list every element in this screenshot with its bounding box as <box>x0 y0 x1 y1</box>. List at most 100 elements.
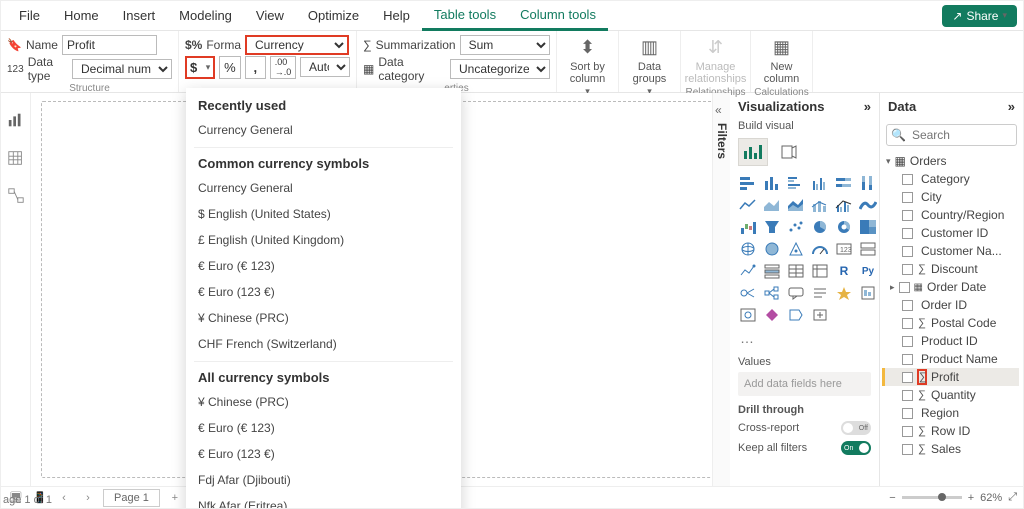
viz-map[interactable] <box>738 240 758 258</box>
field-category[interactable]: Category <box>884 170 1019 188</box>
viz-ribbon[interactable] <box>858 196 878 214</box>
model-view-icon[interactable] <box>7 187 25 205</box>
viz-kpi[interactable] <box>738 262 758 280</box>
dd-item[interactable]: Fdj Afar (Djibouti) <box>186 467 461 493</box>
data-groups-button[interactable]: ▥ Data groups▾ <box>619 35 681 99</box>
dd-item[interactable]: $ English (United States) <box>186 201 461 227</box>
viz-filled-map[interactable] <box>762 240 782 258</box>
viz-100-stacked-column[interactable] <box>858 174 878 192</box>
viz-matrix[interactable] <box>810 262 830 280</box>
sort-by-column-button[interactable]: ⬍ Sort by column▾ <box>557 35 619 99</box>
dd-item[interactable]: ¥ Chinese (PRC) <box>186 389 461 415</box>
viz-decomposition[interactable] <box>762 284 782 302</box>
report-view-icon[interactable] <box>7 111 25 129</box>
tab-view[interactable]: View <box>244 2 296 29</box>
viz-clustered-bar[interactable] <box>786 174 806 192</box>
viz-goals[interactable] <box>834 284 854 302</box>
zoom-slider[interactable] <box>902 496 962 499</box>
tab-file[interactable]: File <box>7 2 52 29</box>
viz-get-more[interactable] <box>810 306 830 324</box>
dd-item[interactable]: Nfk Afar (Eritrea) <box>186 493 461 509</box>
tab-home[interactable]: Home <box>52 2 111 29</box>
viz-automate[interactable] <box>786 306 806 324</box>
field-product-id[interactable]: Product ID <box>884 332 1019 350</box>
field-row-id[interactable]: ∑Row ID <box>884 422 1019 440</box>
viz-gauge[interactable] <box>810 240 830 258</box>
name-input[interactable] <box>62 35 157 55</box>
viz-stacked-bar[interactable] <box>738 174 758 192</box>
field-city[interactable]: City <box>884 188 1019 206</box>
page-tab[interactable]: Page 1 <box>103 489 160 507</box>
field-customer-id[interactable]: Customer ID <box>884 224 1019 242</box>
dd-item[interactable]: CHF French (Switzerland) <box>186 331 461 357</box>
viz-more[interactable]: … <box>730 326 879 350</box>
field-quantity[interactable]: ∑Quantity <box>884 386 1019 404</box>
tab-modeling[interactable]: Modeling <box>167 2 244 29</box>
format-select[interactable]: Currency <box>245 35 349 55</box>
dd-item[interactable]: € Euro (€ 123) <box>186 415 461 441</box>
dd-item[interactable]: £ English (United Kingdom) <box>186 227 461 253</box>
viz-line[interactable] <box>738 196 758 214</box>
viz-stacked-column[interactable] <box>762 174 782 192</box>
add-page-button[interactable]: + <box>166 490 184 506</box>
viz-multi-row-card[interactable] <box>858 240 878 258</box>
expand-filters-icon[interactable]: « <box>715 103 722 117</box>
summarization-select[interactable]: Sum <box>460 35 550 55</box>
viz-scatter[interactable] <box>786 218 806 236</box>
cross-report-toggle[interactable]: Off <box>841 421 871 435</box>
fit-page-button[interactable]: ⤢ <box>1008 491 1017 504</box>
dd-item[interactable]: Currency General <box>186 117 461 143</box>
viz-line-stacked-column[interactable] <box>810 196 830 214</box>
next-page-button[interactable]: › <box>79 490 97 506</box>
viz-arcgis[interactable] <box>738 306 758 324</box>
dd-item[interactable]: ¥ Chinese (PRC) <box>186 305 461 331</box>
dd-item[interactable]: € Euro (123 €) <box>186 279 461 305</box>
viz-key-influencers[interactable] <box>738 284 758 302</box>
field-sales[interactable]: ∑Sales <box>884 440 1019 458</box>
field-postal-code[interactable]: ∑Postal Code <box>884 314 1019 332</box>
collapse-viz-icon[interactable]: » <box>864 99 871 114</box>
dd-item[interactable]: Currency General <box>186 175 461 201</box>
field-order-date[interactable]: ▸▦Order Date <box>884 278 1019 296</box>
viz-area[interactable] <box>762 196 782 214</box>
dd-item[interactable]: € Euro (€ 123) <box>186 253 461 279</box>
field-profit[interactable]: ∑Profit <box>884 368 1019 386</box>
tab-column-tools[interactable]: Column tools <box>508 1 608 31</box>
values-dropzone[interactable]: Add data fields here <box>738 372 871 396</box>
viz-pie[interactable] <box>810 218 830 236</box>
field-customer-name[interactable]: Customer Na... <box>884 242 1019 260</box>
viz-paginated[interactable] <box>858 284 878 302</box>
table-node[interactable]: ▾ ▦ Orders <box>884 152 1019 170</box>
viz-stacked-area[interactable] <box>786 196 806 214</box>
field-discount[interactable]: ∑Discount <box>884 260 1019 278</box>
share-button[interactable]: ↗ Share ▾ <box>942 5 1017 27</box>
format-visual-tab[interactable] <box>774 138 804 166</box>
viz-table[interactable] <box>786 262 806 280</box>
viz-line-clustered-column[interactable] <box>834 196 854 214</box>
viz-treemap[interactable] <box>858 218 878 236</box>
datatype-select[interactable]: Decimal number <box>72 59 172 79</box>
viz-slicer[interactable] <box>762 262 782 280</box>
viz-donut[interactable] <box>834 218 854 236</box>
build-visual-tab[interactable] <box>738 138 768 166</box>
tab-optimize[interactable]: Optimize <box>296 2 371 29</box>
dd-item[interactable]: € Euro (123 €) <box>186 441 461 467</box>
field-country[interactable]: Country/Region <box>884 206 1019 224</box>
viz-powerapps[interactable] <box>762 306 782 324</box>
viz-qa[interactable] <box>786 284 806 302</box>
data-search[interactable]: 🔍 <box>886 124 1017 146</box>
field-product-name[interactable]: Product Name <box>884 350 1019 368</box>
collapse-data-icon[interactable]: » <box>1008 99 1015 114</box>
prev-page-button[interactable]: ‹ <box>55 490 73 506</box>
viz-funnel[interactable] <box>762 218 782 236</box>
tab-help[interactable]: Help <box>371 2 422 29</box>
field-order-id[interactable]: Order ID <box>884 296 1019 314</box>
field-region[interactable]: Region <box>884 404 1019 422</box>
viz-waterfall[interactable] <box>738 218 758 236</box>
keep-filters-toggle[interactable]: On <box>841 441 871 455</box>
percent-format-button[interactable]: % <box>219 56 240 79</box>
viz-100-stacked-bar[interactable] <box>834 174 854 192</box>
data-view-icon[interactable] <box>7 149 25 167</box>
viz-azure-map[interactable] <box>786 240 806 258</box>
comma-format-button[interactable]: , <box>245 56 266 79</box>
